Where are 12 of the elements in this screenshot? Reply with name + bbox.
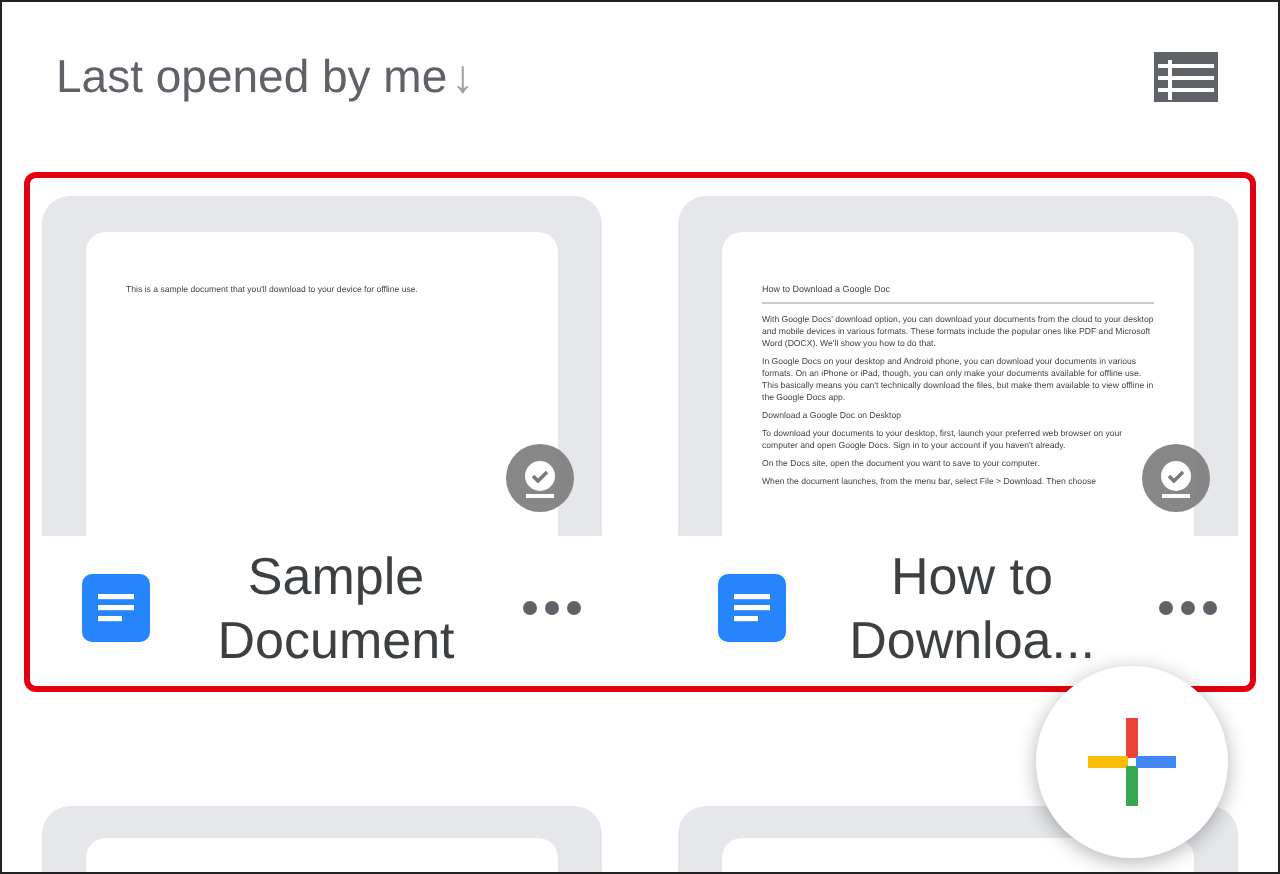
more-icon[interactable] — [1158, 600, 1218, 616]
document-icon — [718, 574, 786, 642]
list-view-icon[interactable] — [1154, 51, 1218, 101]
more-icon[interactable] — [522, 600, 582, 616]
document-icon — [82, 574, 150, 642]
document-title[interactable]: How to Downloa... — [786, 544, 1158, 672]
plus-icon — [1088, 718, 1176, 806]
document-thumbnail[interactable] — [42, 806, 602, 872]
document-thumbnail[interactable] — [678, 196, 1238, 536]
sort-label[interactable]: Last opened by me — [56, 41, 448, 111]
new-document-button[interactable] — [1036, 666, 1228, 858]
document-title[interactable]: Sample Document — [150, 544, 522, 672]
